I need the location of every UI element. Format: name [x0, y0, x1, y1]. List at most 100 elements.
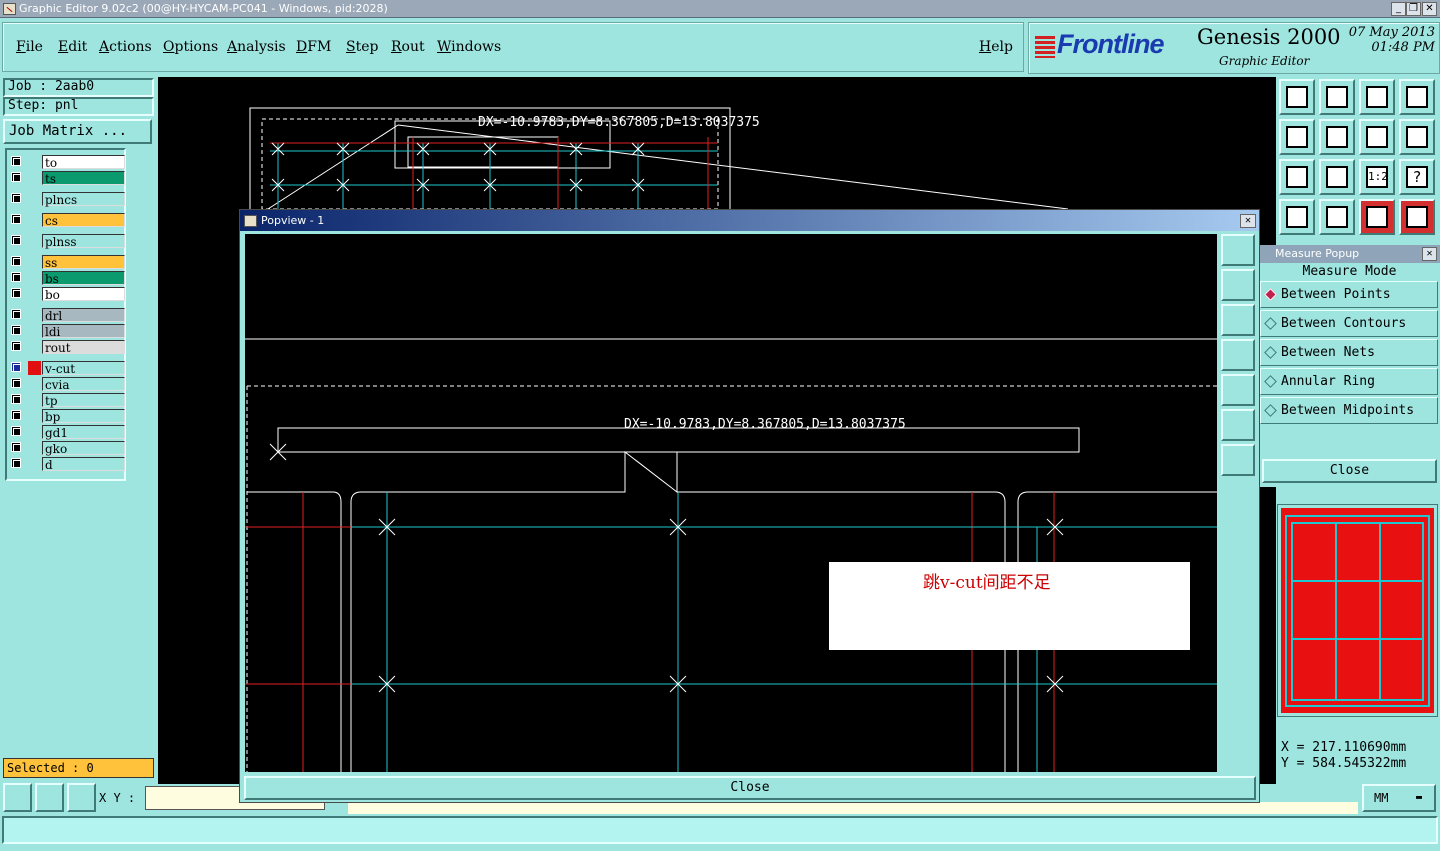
layer-name: cs	[42, 213, 125, 228]
layer-row[interactable]: d	[9, 457, 125, 472]
layer-checkbox[interactable]	[11, 325, 21, 335]
menu-windows[interactable]: Windows	[437, 39, 501, 55]
layer-row[interactable]: plncs	[9, 192, 125, 207]
layer-row-active[interactable]: v-cut	[9, 361, 125, 376]
home-icon[interactable]	[1359, 79, 1395, 115]
menu-rout[interactable]: Rout	[391, 39, 425, 55]
layer-checkbox[interactable]	[11, 235, 21, 245]
popview-center-icon[interactable]	[1221, 444, 1255, 476]
mode-between-points[interactable]: Between Points	[1260, 281, 1438, 308]
job-field: Job : 2aab0	[3, 78, 154, 97]
layer-row[interactable]: ss	[9, 255, 125, 270]
zoom-home-icon[interactable]	[1279, 79, 1315, 115]
layer-row[interactable]: bo	[9, 287, 125, 302]
menu-options[interactable]: Options	[163, 39, 218, 55]
layer-row[interactable]: gd1	[9, 425, 125, 440]
popview-app-icon	[244, 215, 257, 227]
popview-pan-left-icon[interactable]	[1221, 339, 1255, 371]
grid-icon[interactable]	[1319, 199, 1355, 235]
close-window-button[interactable]: ✕	[1422, 2, 1437, 16]
layer-checkbox[interactable]	[11, 193, 21, 203]
zoom-up-icon[interactable]	[1319, 79, 1355, 115]
rotate-icon[interactable]	[1359, 119, 1395, 155]
layer-row[interactable]: gko	[9, 441, 125, 456]
netlist-icon[interactable]	[1359, 199, 1395, 235]
layer-row[interactable]: ts	[9, 171, 125, 186]
layer-row[interactable]: tp	[9, 393, 125, 408]
layer-row[interactable]: plnss	[9, 234, 125, 249]
center-icon[interactable]	[1319, 159, 1355, 195]
layer-row[interactable]: cs	[9, 213, 125, 228]
mode-between-midpoints[interactable]: Between Midpoints	[1260, 397, 1438, 424]
layer-list: to ts plncs cs plnss ss bs bo drl ldi ro…	[5, 148, 126, 481]
job-matrix-button[interactable]: Job Matrix ...	[3, 119, 152, 144]
layer-checkbox[interactable]	[11, 256, 21, 266]
tools-icon[interactable]	[1279, 199, 1315, 235]
radio-icon	[1264, 375, 1277, 388]
menu-file[interactable]: File	[16, 39, 43, 55]
popview-zoom-icon[interactable]	[1221, 234, 1255, 266]
close-icon[interactable]: ✕	[1240, 214, 1256, 228]
pan-right-icon[interactable]	[1319, 119, 1355, 155]
help-icon[interactable]: ?	[1399, 159, 1435, 195]
popview-toolbar	[1220, 234, 1258, 772]
popview-fit-icon[interactable]	[1221, 409, 1255, 441]
split-view-icon[interactable]	[1399, 79, 1435, 115]
popview-canvas[interactable]: DX=-10.9783,DY=8.367805,D=13.8037375	[245, 234, 1217, 772]
snap-icon[interactable]	[1399, 119, 1435, 155]
menu-step[interactable]: Step	[346, 39, 378, 55]
layer-checkbox[interactable]	[11, 309, 21, 319]
layer-name: drl	[42, 308, 125, 323]
layer-row[interactable]: bp	[9, 409, 125, 424]
scale-1-2-icon[interactable]: 1:2	[1359, 159, 1395, 195]
layer-checkbox[interactable]	[11, 272, 21, 282]
pan-left-icon[interactable]	[1279, 119, 1315, 155]
menu-dfm[interactable]: DFM	[296, 39, 331, 55]
mode-between-nets[interactable]: Between Nets	[1260, 339, 1438, 366]
mode-annular-ring[interactable]: Annular Ring	[1260, 368, 1438, 395]
layer-checkbox[interactable]	[11, 458, 21, 468]
mode-between-contours[interactable]: Between Contours	[1260, 310, 1438, 337]
layer-checkbox[interactable]	[11, 394, 21, 404]
layer-checkbox[interactable]	[11, 410, 21, 420]
layer-name: rout	[42, 340, 125, 355]
popview-pan-right-icon[interactable]	[1221, 374, 1255, 406]
menu-actions[interactable]: Actions	[99, 39, 152, 55]
maximize-button[interactable]: ❐	[1406, 2, 1421, 16]
layer-checkbox[interactable]	[11, 341, 21, 351]
layer-checkbox[interactable]	[11, 442, 21, 452]
minimize-button[interactable]: _	[1391, 2, 1406, 16]
layer-row[interactable]: drl	[9, 308, 125, 323]
layer-checkbox[interactable]	[11, 378, 21, 388]
popview-pan-down-icon[interactable]	[1221, 304, 1255, 336]
active-layer-marker	[28, 361, 41, 375]
layer-checkbox[interactable]	[11, 288, 21, 298]
measure-tool-icon[interactable]	[35, 783, 64, 812]
layer-checkbox[interactable]	[11, 214, 21, 224]
layer-checkbox[interactable]	[11, 172, 21, 182]
close-icon[interactable]: ✕	[1422, 247, 1437, 261]
layer-row[interactable]: cvia	[9, 377, 125, 392]
units-select[interactable]: MM ▬	[1362, 784, 1436, 812]
layer-row[interactable]: rout	[9, 340, 125, 355]
menu-help[interactable]: Help	[979, 39, 1013, 55]
measure-close-button[interactable]: Close	[1262, 459, 1437, 483]
popview-close-button[interactable]: Close	[244, 776, 1256, 800]
layer-name: to	[42, 155, 125, 170]
netlist-compare-icon[interactable]	[1399, 199, 1435, 235]
layer-row[interactable]: to	[9, 155, 125, 170]
popview-pan-up-icon[interactable]	[1221, 269, 1255, 301]
command-field[interactable]	[348, 802, 1358, 814]
menu-edit[interactable]: Edit	[58, 39, 87, 55]
layer-checkbox[interactable]	[11, 426, 21, 436]
layer-checkbox[interactable]	[11, 156, 21, 166]
grid-tool-icon[interactable]	[67, 783, 96, 812]
menu-analysis[interactable]: Analysis	[227, 39, 286, 55]
fit-icon[interactable]	[1279, 159, 1315, 195]
layer-row[interactable]: bs	[9, 271, 125, 286]
product-subtitle: Graphic Editor	[1219, 54, 1310, 68]
layer-checkbox[interactable]	[11, 362, 21, 372]
overview-map[interactable]	[1277, 504, 1438, 717]
layer-row[interactable]: ldi	[9, 324, 125, 339]
zoom-tool-icon[interactable]	[3, 783, 32, 812]
